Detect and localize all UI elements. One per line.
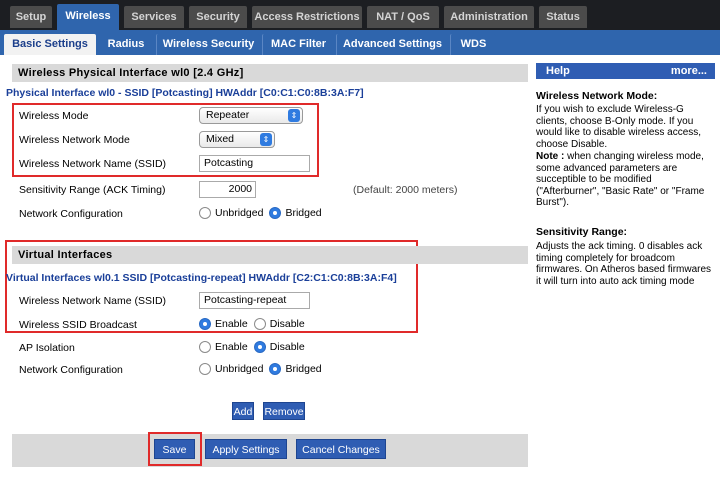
broadcast-disable-radio[interactable]	[253, 318, 266, 330]
network-mode-value: Mixed	[206, 133, 235, 145]
help-panel: Help more... Wireless Network Mode: If y…	[531, 55, 720, 481]
tab-status[interactable]: Status	[539, 6, 587, 28]
apply-settings-button[interactable]: Apply Settings	[205, 439, 287, 459]
physical-interface-heading: Wireless Physical Interface wl0 [2.4 GHz…	[12, 64, 528, 82]
virtual-unbridged-radio[interactable]	[199, 363, 211, 375]
virtual-bridged-radio[interactable]	[269, 363, 282, 375]
chevron-updown-icon: ⇕	[260, 133, 272, 146]
subtab-basic-settings[interactable]: Basic Settings	[4, 34, 96, 55]
subtab-advanced-settings[interactable]: Advanced Settings	[336, 34, 448, 55]
tab-administration[interactable]: Administration	[444, 6, 534, 28]
ssid-broadcast-label: Wireless SSID Broadcast	[19, 319, 137, 331]
help-note: Note : when changing wireless mode, some…	[536, 151, 716, 209]
isolation-enable-label: Enable	[215, 341, 248, 353]
help-note-label: Note :	[536, 151, 565, 162]
subtab-radius[interactable]: Radius	[98, 34, 154, 55]
save-button[interactable]: Save	[154, 439, 195, 459]
sensitivity-input[interactable]: 2000	[199, 181, 256, 198]
isolation-enable-radio[interactable]	[199, 341, 211, 353]
cancel-changes-button[interactable]: Cancel Changes	[296, 439, 386, 459]
help-sensitivity-title: Sensitivity Range:	[536, 226, 628, 238]
virtual-ssid-label: Wireless Network Name (SSID)	[19, 295, 167, 307]
ap-isolation-label: AP Isolation	[19, 342, 75, 354]
top-nav: Setup Wireless Services Security Access …	[0, 0, 720, 30]
virtual-interface-info: Virtual Interfaces wl0.1 SSID [Potcastin…	[6, 272, 397, 284]
add-button[interactable]: Add	[232, 402, 254, 420]
help-title: Help	[546, 65, 570, 77]
tab-setup[interactable]: Setup	[10, 6, 52, 28]
help-mode-text: If you wish to exclude Wireless-G client…	[536, 104, 702, 150]
wireless-mode-label: Wireless Mode	[19, 110, 89, 122]
tab-nat-qos[interactable]: NAT / QoS	[367, 6, 439, 28]
isolation-disable-label: Disable	[269, 341, 305, 353]
tab-access-restrictions[interactable]: Access Restrictions	[252, 6, 362, 28]
network-config-radio-group: Unbridged Bridged	[199, 207, 328, 219]
sensitivity-label: Sensitivity Range (ACK Timing)	[19, 184, 166, 196]
remove-button[interactable]: Remove	[263, 402, 305, 420]
virtual-bridged-label: Bridged	[285, 363, 322, 375]
network-mode-select[interactable]: Mixed ⇕	[199, 131, 275, 148]
bridged-radio[interactable]	[269, 207, 282, 219]
subtab-mac-filter[interactable]: MAC Filter	[262, 34, 334, 55]
virtual-unbridged-label: Unbridged	[215, 363, 264, 375]
sub-nav: Basic Settings Radius Wireless Security …	[0, 30, 720, 55]
ssid-broadcast-radio-group: Enable Disable	[199, 318, 311, 330]
help-sensitivity-text: Adjusts the ack timing. 0 disables ack t…	[536, 241, 712, 287]
tab-services[interactable]: Services	[124, 6, 184, 28]
broadcast-enable-label: Enable	[215, 318, 248, 330]
subtab-wireless-security[interactable]: Wireless Security	[156, 34, 260, 55]
virtual-interfaces-heading: Virtual Interfaces	[12, 246, 528, 264]
virtual-network-config-radio-group: Unbridged Bridged	[199, 363, 328, 375]
virtual-network-config-label: Network Configuration	[19, 364, 123, 376]
tab-wireless[interactable]: Wireless	[57, 4, 119, 30]
tab-security[interactable]: Security	[189, 6, 247, 28]
settings-panel: Wireless Physical Interface wl0 [2.4 GHz…	[0, 55, 531, 481]
physical-interface-info: Physical Interface wl0 - SSID [Potcastin…	[6, 87, 364, 99]
help-more-link[interactable]: more...	[671, 63, 707, 79]
sensitivity-default-hint: (Default: 2000 meters)	[353, 184, 458, 196]
ssid-input[interactable]: Potcasting	[199, 155, 310, 172]
help-header: Help more...	[536, 63, 715, 79]
wireless-mode-select[interactable]: Repeater ⇕	[199, 107, 303, 124]
broadcast-enable-radio[interactable]	[199, 318, 211, 330]
network-mode-label: Wireless Network Mode	[19, 134, 130, 146]
subtab-wds[interactable]: WDS	[450, 34, 496, 55]
bridged-label: Bridged	[285, 207, 322, 219]
isolation-disable-radio[interactable]	[253, 341, 266, 353]
ssid-label: Wireless Network Name (SSID)	[19, 158, 167, 170]
help-mode-title: Wireless Network Mode:	[536, 90, 658, 102]
chevron-updown-icon: ⇕	[288, 109, 300, 122]
ap-isolation-radio-group: Enable Disable	[199, 341, 311, 353]
unbridged-label: Unbridged	[215, 207, 264, 219]
broadcast-disable-label: Disable	[269, 318, 305, 330]
network-config-label: Network Configuration	[19, 208, 123, 220]
unbridged-radio[interactable]	[199, 207, 211, 219]
virtual-ssid-input[interactable]: Potcasting-repeat	[199, 292, 310, 309]
wireless-mode-value: Repeater	[206, 109, 250, 121]
